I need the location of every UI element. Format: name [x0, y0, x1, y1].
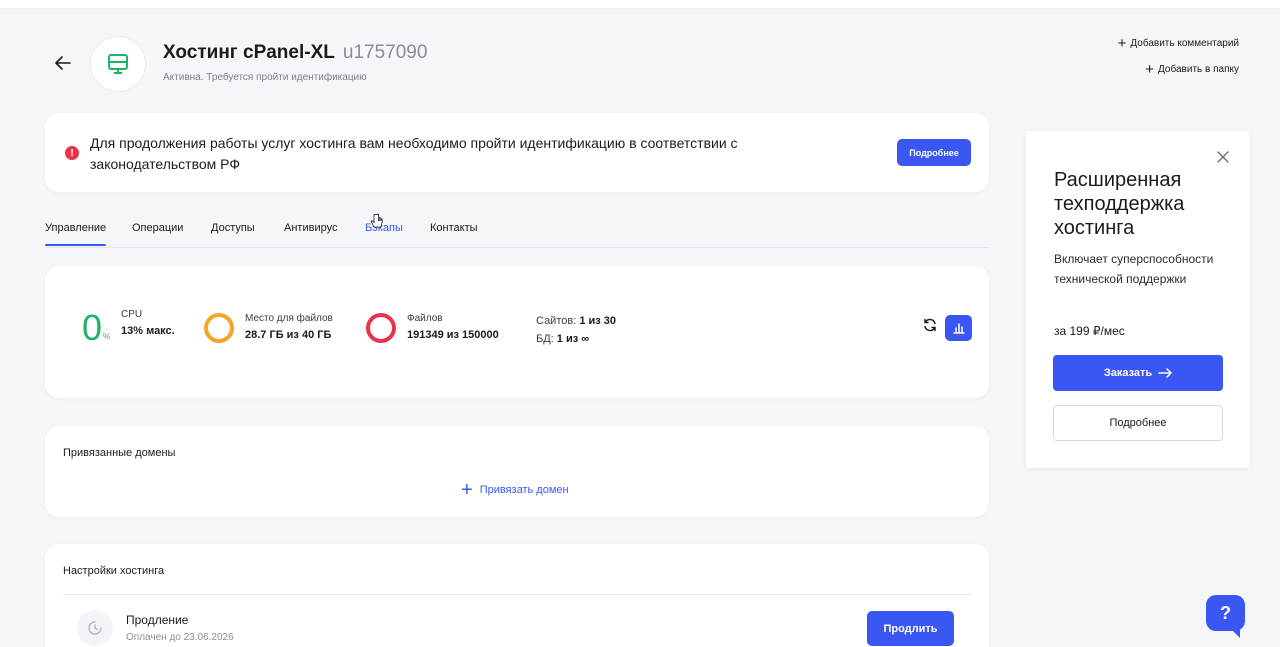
identification-alert: ! Для продолжения работы услуг хостинга …: [45, 113, 989, 192]
account-login: u1757090: [342, 42, 428, 63]
link-domain-label: Привязать домен: [479, 484, 569, 496]
sites-value: 1 из 30: [579, 315, 617, 327]
cpu-usage-value: 0: [82, 307, 103, 348]
disk-block: Место для файлов 28.7 ГБ из 40 ГБ: [245, 313, 333, 341]
order-button-label: Заказать: [1103, 367, 1153, 379]
sites-label: Сайтов:: [536, 315, 577, 327]
statistics-button[interactable]: [945, 315, 972, 341]
add-to-folder-label: Добавить в папку: [1158, 64, 1239, 75]
db-label: БД:: [536, 333, 554, 345]
renewal-paid-until: Оплачен до 23.06.2026: [126, 632, 234, 643]
cpu-max: 13% макс.: [121, 325, 175, 337]
disk-ring-icon: [204, 313, 234, 343]
renewal-title: Продление: [126, 613, 189, 627]
db-value: 1 из ∞: [556, 333, 590, 345]
plus-icon: +: [1117, 34, 1127, 52]
clock-renew-icon: [88, 621, 102, 635]
plus-icon: +: [1145, 60, 1155, 78]
hosting-settings-title: Настройки хостинга: [63, 565, 165, 577]
files-value: 191349 из 150000: [407, 329, 499, 341]
help-bubble-tail: [1228, 626, 1240, 638]
cpu-label: CPU: [121, 309, 143, 320]
tab-antivirus[interactable]: Антивирус: [284, 222, 337, 234]
arrow-right-icon: [1158, 368, 1172, 378]
tab-management[interactable]: Управление: [45, 222, 107, 246]
cpu-block: CPU 13% макс.: [121, 309, 175, 337]
alert-text: Для продолжения работы услуг хостинга ва…: [90, 135, 738, 172]
linked-domains-title: Привязанные домены: [63, 447, 176, 459]
db-row: БД: 1 из ∞: [536, 330, 616, 348]
tab-bar: Управление Операции Доступы Антивирус Бэ…: [45, 210, 989, 248]
server-icon: [108, 54, 128, 74]
alert-icon: !: [65, 146, 79, 160]
sites-row: Сайтов: 1 из 30: [536, 312, 616, 330]
promo-details-button[interactable]: Подробнее: [1053, 405, 1223, 441]
files-block: Файлов 191349 из 150000: [407, 313, 499, 341]
divider: [63, 594, 971, 595]
renewal-icon: [77, 610, 113, 646]
hosting-settings-card: Настройки хостинга Продление Оплачен до …: [45, 544, 989, 647]
files-label: Файлов: [407, 313, 443, 324]
add-comment-button[interactable]: + Добавить комментарий: [1117, 34, 1239, 52]
disk-value: 28.7 ГБ из 40 ГБ: [245, 329, 332, 341]
close-icon[interactable]: [1217, 151, 1229, 163]
page-title: Хостинг cPanel-XL: [163, 42, 335, 63]
order-button[interactable]: Заказать: [1053, 355, 1223, 391]
arrow-left-icon: [55, 56, 71, 70]
tab-operations[interactable]: Операции: [132, 222, 183, 234]
tab-access[interactable]: Доступы: [211, 222, 255, 234]
link-domain-button[interactable]: + Привязать домен: [461, 479, 569, 501]
service-status: Активна. Требуется пройти идентификацию: [163, 72, 367, 83]
disk-label: Место для файлов: [245, 313, 333, 324]
promo-description: Включает суперспособности технической по…: [1054, 252, 1214, 286]
cpu-usage-unit: %: [103, 332, 111, 341]
top-bar: [0, 0, 1280, 8]
plus-icon: +: [461, 479, 473, 501]
alert-details-button[interactable]: Подробнее: [897, 139, 971, 166]
back-button[interactable]: [50, 50, 76, 76]
bar-chart-icon: [952, 323, 965, 334]
hand-cursor-icon: [370, 213, 383, 228]
promo-price: за 199 ₽/мес: [1054, 324, 1125, 338]
promo-title: Расширенная техподдержка хостинга: [1054, 169, 1185, 239]
support-promo-panel: Расширенная техподдержка хостинга Включа…: [1026, 131, 1250, 468]
add-to-folder-button[interactable]: + Добавить в папку: [1145, 60, 1239, 78]
header-actions: + Добавить комментарий + Добавить в папк…: [1117, 34, 1239, 78]
page-title-row: Хостинг cPanel-XL u1757090: [163, 42, 427, 64]
files-ring-icon: [366, 313, 396, 343]
service-icon: [90, 36, 146, 92]
tab-contacts[interactable]: Контакты: [430, 222, 478, 234]
sites-db-info: Сайтов: 1 из 30 БД: 1 из ∞: [536, 312, 616, 348]
add-comment-label: Добавить комментарий: [1130, 38, 1239, 49]
renew-button[interactable]: Продлить: [867, 611, 954, 646]
linked-domains-card: Привязанные домены + Привязать домен: [45, 426, 989, 517]
resources-card: 0 % CPU 13% макс. Место для файлов 28.7 …: [45, 266, 989, 398]
refresh-icon[interactable]: [922, 317, 938, 333]
